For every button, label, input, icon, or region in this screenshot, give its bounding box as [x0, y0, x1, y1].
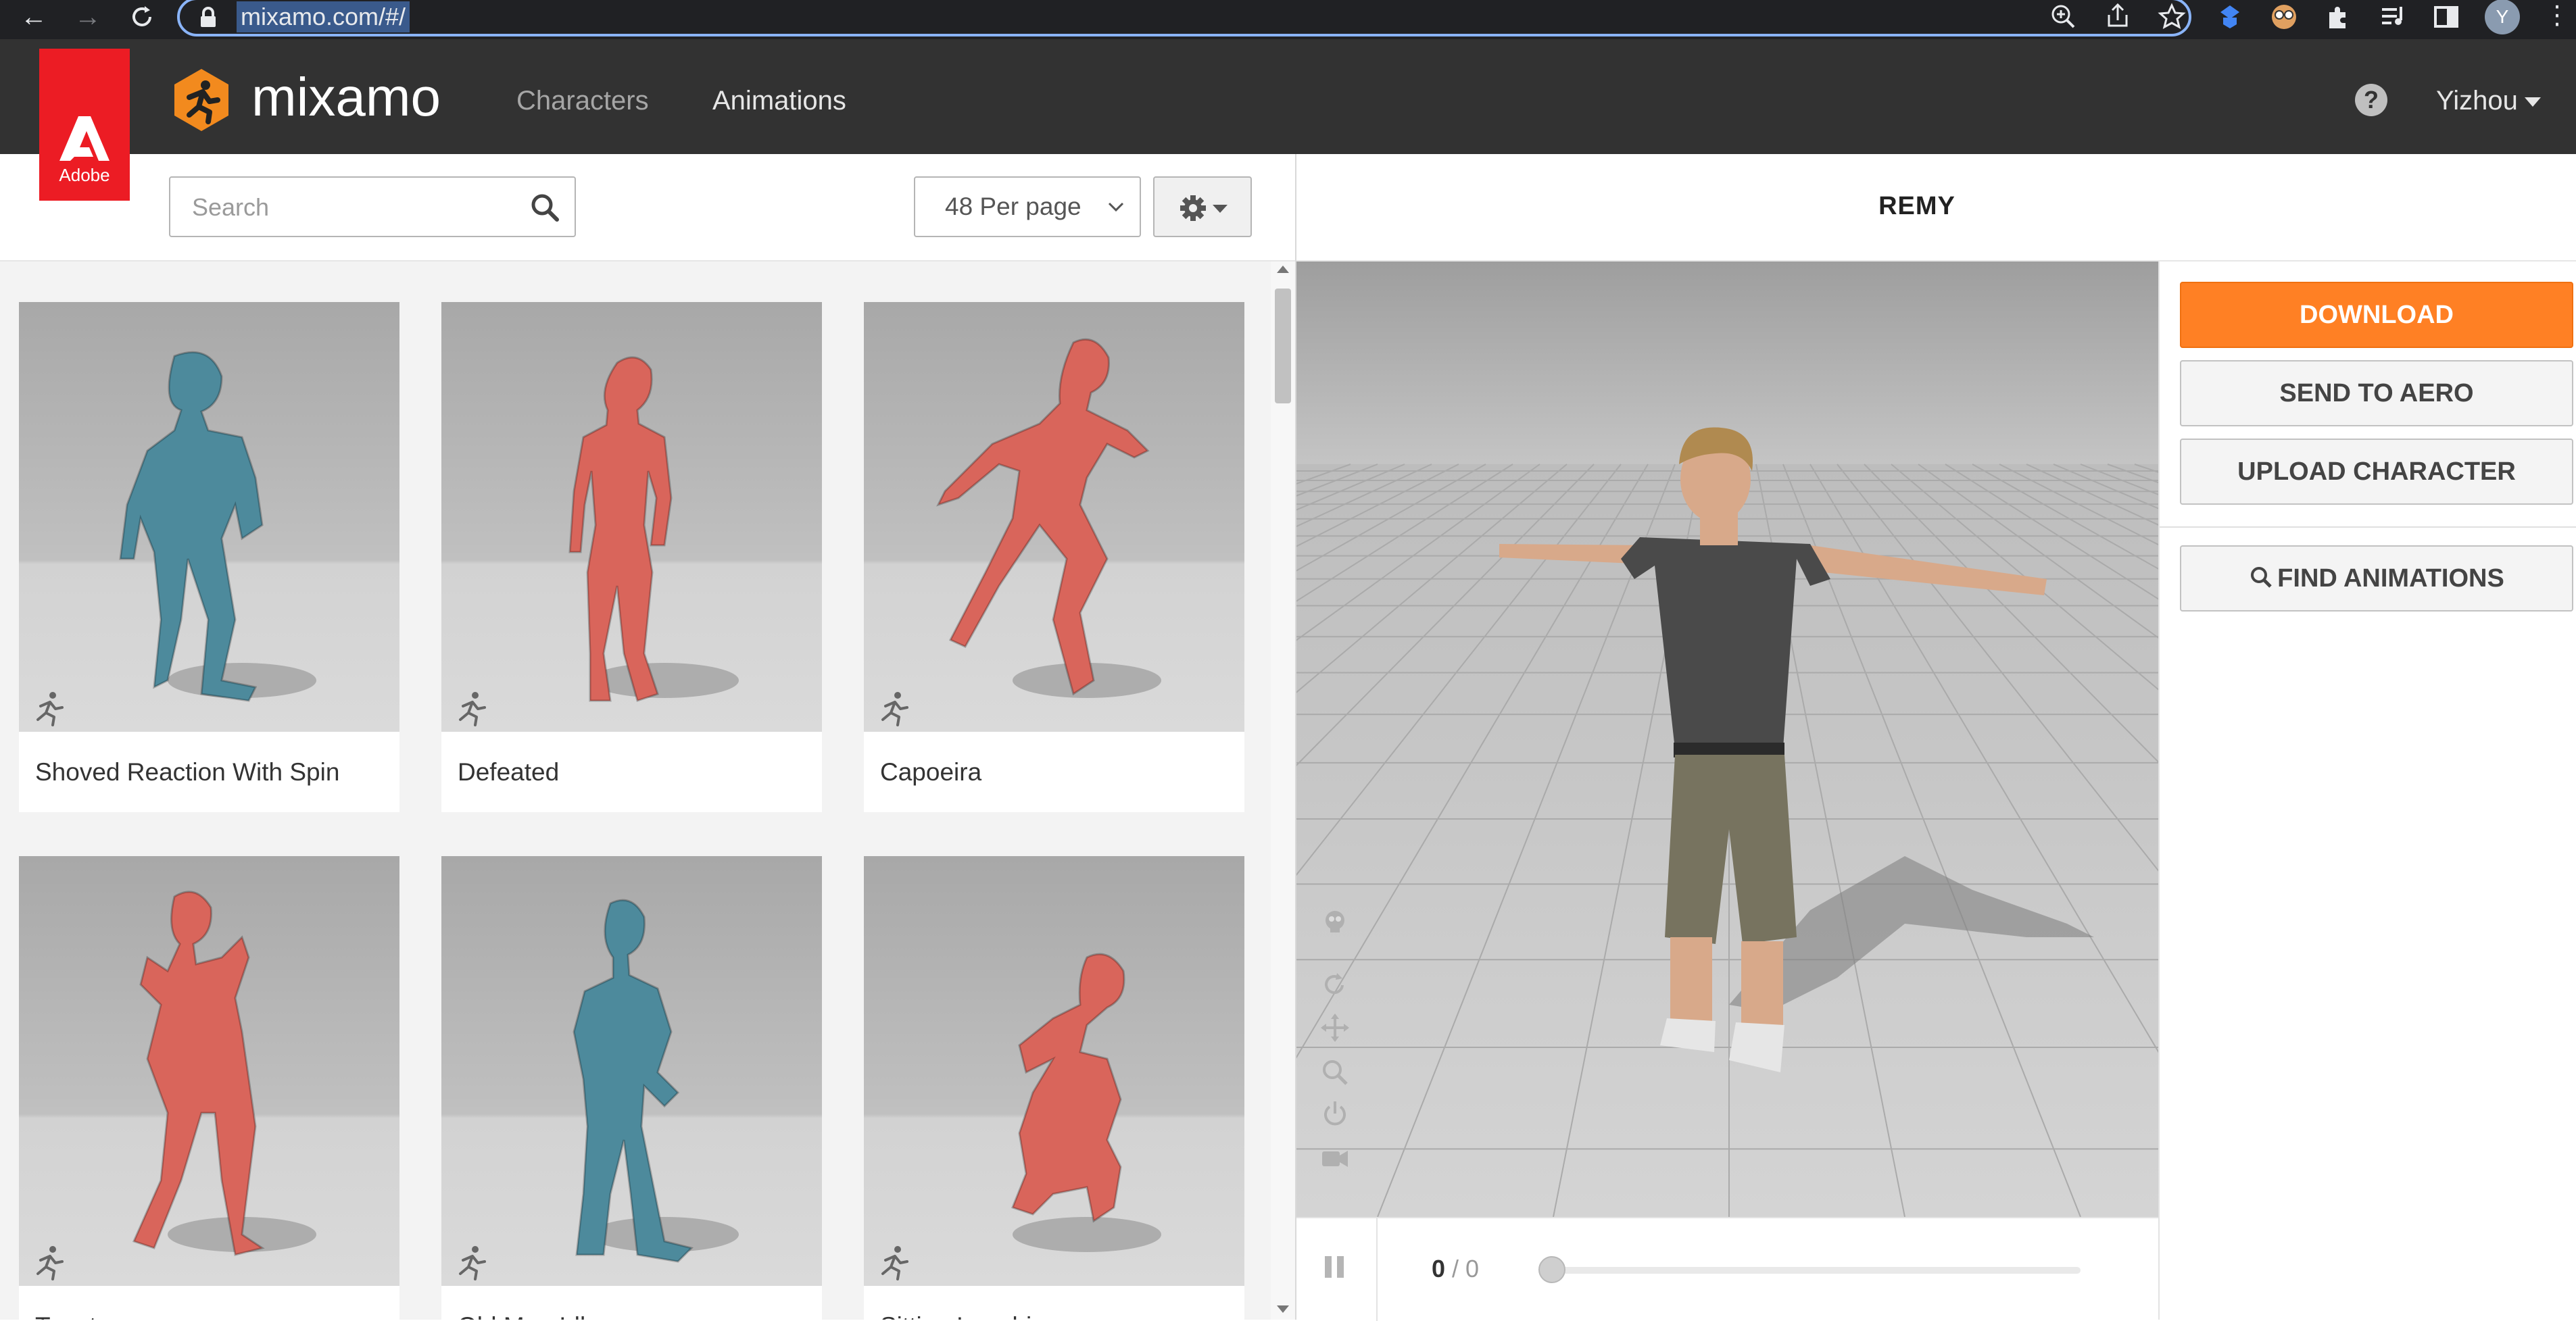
search-icon	[2251, 566, 2272, 588]
browser-toolbar: ← → mixamo.com/#/ Y ⋮	[0, 0, 2576, 39]
running-man-icon	[37, 1246, 64, 1280]
animation-name: Taunt	[35, 1310, 97, 1320]
address-bar[interactable]: mixamo.com/#/	[177, 0, 2191, 36]
search-icon[interactable]	[530, 193, 560, 222]
animation-thumbnail[interactable]	[441, 302, 822, 732]
character-name: REMY	[1878, 192, 1955, 220]
per-page-select[interactable]: 48 Per page	[914, 176, 1141, 237]
animation-name: Capoeira	[880, 758, 982, 786]
timeline-scrubber[interactable]	[1538, 1256, 1565, 1283]
actions-panel: DOWNLOAD SEND TO AERO UPLOAD CHARACTER F…	[2158, 261, 2576, 1320]
animation-name: Shoved Reaction With Spin	[35, 758, 340, 786]
scroll-down-icon[interactable]	[1277, 1305, 1289, 1313]
running-man-icon	[37, 692, 64, 726]
pan-move-icon[interactable]	[1318, 1011, 1352, 1045]
user-menu[interactable]: Yizhou	[2436, 84, 2541, 118]
animation-grid: Shoved Reaction With Spin Defeated Capoeir…	[0, 261, 1271, 1320]
zoom-icon[interactable]	[2047, 0, 2081, 34]
running-man-icon	[459, 1246, 486, 1280]
pause-icon	[1325, 1256, 1344, 1278]
find-animations-label: FIND ANIMATIONS	[2277, 564, 2504, 593]
nav-animations[interactable]: Animations	[712, 84, 846, 118]
extensions-puzzle-icon[interactable]	[2321, 0, 2355, 34]
animation-thumbnail[interactable]	[19, 302, 399, 732]
profile-avatar[interactable]: Y	[2485, 0, 2520, 34]
help-icon[interactable]: ?	[2355, 84, 2387, 116]
rotate-icon[interactable]	[1318, 968, 1352, 1001]
per-page-value: 48 Per page	[945, 193, 1082, 220]
timeline-track[interactable]	[1547, 1267, 2081, 1274]
animation-thumbnail[interactable]	[441, 856, 822, 1286]
gear-icon	[1180, 195, 1206, 221]
animation-name: Defeated	[458, 758, 560, 786]
animation-thumbnail[interactable]	[864, 856, 1244, 1286]
skeleton-icon[interactable]	[1318, 905, 1352, 939]
frame-total: / 0	[1452, 1255, 1480, 1282]
animation-thumbnail[interactable]	[864, 302, 1244, 732]
animation-card[interactable]: Taunt	[19, 856, 399, 1320]
character-preview[interactable]	[1296, 261, 2158, 1217]
running-man-icon	[459, 692, 486, 726]
animation-card[interactable]: Shoved Reaction With Spin	[19, 302, 399, 812]
zoom-icon[interactable]	[1318, 1055, 1352, 1089]
reload-icon[interactable]	[122, 0, 162, 34]
caret-down-icon	[2524, 97, 2541, 107]
side-panel-icon[interactable]	[2429, 0, 2463, 34]
mixamo-logo-text[interactable]: mixamo	[251, 65, 441, 130]
running-man-icon	[881, 1246, 908, 1280]
find-animations-button[interactable]: FIND ANIMATIONS	[2180, 545, 2573, 612]
send-to-aero-button[interactable]: SEND TO AERO	[2180, 360, 2573, 426]
scrollbar-thumb[interactable]	[1275, 289, 1291, 403]
user-name: Yizhou	[2436, 86, 2518, 116]
camera-icon[interactable]	[1318, 1142, 1352, 1176]
animation-name: Old Man Idle	[458, 1310, 600, 1320]
search-input[interactable]	[191, 190, 518, 225]
lock-icon	[201, 7, 216, 27]
animation-card[interactable]: Sitting Laughing	[864, 856, 1244, 1320]
running-man-icon	[881, 692, 908, 726]
actions-divider	[2160, 526, 2576, 528]
grid-scrollbar[interactable]	[1271, 261, 1295, 1320]
adobe-logo[interactable]: Adobe	[39, 49, 130, 201]
browser-menu-icon[interactable]: ⋮	[2544, 0, 2570, 34]
back-icon[interactable]: ←	[14, 0, 54, 34]
extension-face-icon[interactable]	[2267, 0, 2301, 34]
pause-button[interactable]	[1296, 1218, 1378, 1321]
settings-dropdown-button[interactable]	[1153, 176, 1252, 237]
chevron-down-icon	[1108, 202, 1124, 212]
url-text[interactable]: mixamo.com/#/	[237, 1, 410, 32]
animation-card[interactable]: Defeated	[441, 302, 822, 812]
search-box[interactable]	[169, 176, 576, 237]
caret-down-icon	[1213, 205, 1228, 213]
viewer-header: REMY	[1296, 154, 2576, 261]
mixamo-logo-icon[interactable]	[169, 68, 234, 132]
bookmark-star-icon[interactable]	[2155, 0, 2189, 34]
download-button[interactable]: DOWNLOAD	[2180, 282, 2573, 348]
animation-name: Sitting Laughing	[880, 1310, 1059, 1320]
reset-power-icon[interactable]	[1318, 1097, 1352, 1131]
animation-thumbnail[interactable]	[19, 856, 399, 1286]
library-toolbar: 48 Per page	[0, 154, 1295, 261]
adobe-label: Adobe	[59, 165, 110, 185]
animation-card[interactable]: Capoeira	[864, 302, 1244, 812]
extension-blue-icon[interactable]	[2213, 0, 2247, 34]
3d-viewport[interactable]	[1296, 261, 2158, 1217]
animation-card[interactable]: Old Man Idle	[441, 856, 822, 1320]
frame-current: 0	[1432, 1255, 1446, 1282]
frame-counter: 0 / 0	[1432, 1253, 1479, 1285]
nav-characters[interactable]: Characters	[516, 84, 649, 118]
playback-bar: 0 / 0	[1296, 1217, 2158, 1321]
share-icon[interactable]	[2101, 0, 2135, 34]
media-queue-icon[interactable]	[2375, 0, 2409, 34]
upload-character-button[interactable]: UPLOAD CHARACTER	[2180, 439, 2573, 505]
forward-icon[interactable]: →	[68, 0, 108, 34]
scroll-up-icon[interactable]	[1277, 266, 1289, 273]
